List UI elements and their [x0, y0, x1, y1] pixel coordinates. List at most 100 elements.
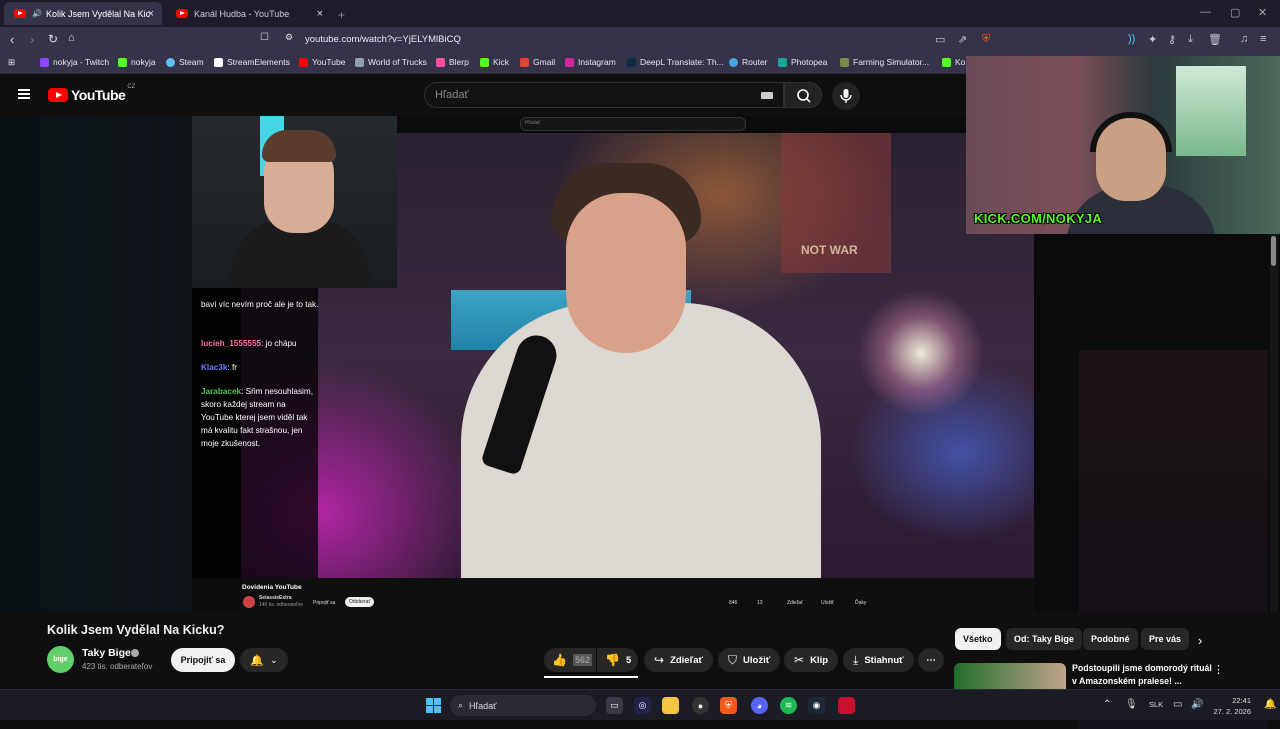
notifications-icon[interactable]: 🔔 [1264, 699, 1276, 710]
channel-name[interactable]: Taky Bige [82, 647, 131, 659]
obs-icon[interactable]: ● [692, 697, 709, 714]
app-red-icon[interactable] [838, 697, 855, 714]
notifications-button[interactable]: 🔔 ⌄ [240, 648, 288, 672]
photopea-icon [778, 57, 787, 67]
taskbar-search[interactable]: ⌕ Hľadať [450, 695, 596, 716]
bookmark-item[interactable]: nokyja - Twitch [40, 57, 109, 67]
key-icon[interactable]: ⚷ [1168, 33, 1176, 46]
microphone-icon [840, 89, 852, 103]
chevron-right-icon[interactable]: › [1198, 633, 1202, 648]
apps-grid-icon[interactable]: ⊞ [8, 57, 15, 68]
music-icon[interactable]: ♫ [1240, 33, 1248, 45]
steam-icon[interactable]: ◉ [808, 697, 825, 714]
more-actions-button[interactable]: ⋯ [918, 648, 944, 672]
tray-expand-icon[interactable]: ⌃ [1103, 699, 1111, 710]
chip-from-channel[interactable]: Od: Taky Bige [1006, 628, 1082, 650]
maximize-icon[interactable]: ▢ [1230, 6, 1240, 19]
bookmark-item[interactable]: StreamElements [214, 57, 290, 67]
app-icon[interactable]: ◎ [634, 697, 651, 714]
bookmark-item[interactable]: DeepL Translate: Th... [627, 57, 724, 67]
bookmark-page-icon[interactable]: ☐ [260, 32, 269, 43]
recommended-title[interactable]: Podstoupili jsme domorodý rituál v Amazo… [1072, 662, 1212, 688]
youtube-logo[interactable]: YouTube CZ [48, 84, 135, 103]
share-icon[interactable]: ⇗ [958, 33, 967, 46]
new-tab-button[interactable]: + [334, 3, 345, 26]
scrollbar-thumb[interactable] [1271, 236, 1276, 266]
tray-language[interactable]: SLK [1149, 700, 1163, 709]
more-vertical-icon[interactable]: ⋮ [1213, 663, 1224, 676]
chip-all[interactable]: Všetko [955, 628, 1001, 650]
bookmark-item[interactable]: nokyja [118, 57, 156, 67]
channel-avatar[interactable]: bige [47, 646, 74, 673]
tab-close-icon[interactable]: × [148, 8, 154, 20]
site-info-icon[interactable]: ⚙ [285, 32, 293, 43]
farming-simulator-icon [840, 57, 849, 67]
hamburger-menu-icon[interactable] [18, 89, 30, 99]
like-button[interactable]: 👍 562 [544, 648, 596, 672]
extensions-icon[interactable]: ✦ [1148, 33, 1157, 46]
download-button[interactable]: ⤓ Stiahnuť [843, 648, 914, 672]
audio-playing-icon[interactable]: )) [1128, 33, 1135, 45]
chip-related[interactable]: Podobné [1083, 628, 1138, 650]
save-button[interactable]: ⛉ Uložiť [718, 648, 781, 672]
clock[interactable]: 22:41 27. 2. 2026 [1213, 695, 1251, 717]
cast-icon[interactable]: ▭ [935, 33, 945, 46]
reload-icon[interactable]: ↻ [48, 32, 58, 46]
bookmark-item[interactable]: Blerp [436, 57, 469, 67]
menu-lines-icon[interactable]: ≡ [1260, 33, 1266, 45]
bookmark-item[interactable]: Ko [942, 57, 965, 67]
like-count: 562 [572, 654, 592, 666]
network-icon[interactable]: ▭ [1173, 699, 1182, 710]
bookmark-item[interactable]: Router [729, 57, 768, 67]
chevron-down-icon: ⌄ [270, 654, 278, 665]
tab-close-icon[interactable]: × [317, 8, 323, 20]
join-button[interactable]: Pripojiť sa [171, 648, 235, 672]
browser-tab-bar: 🔊 Kolik Jsem Vydělal Na Kicku? × Kanál H… [0, 0, 1280, 27]
bookmark-item[interactable]: YouTube [299, 57, 345, 67]
bookmark-item[interactable]: Instagram [565, 57, 616, 67]
download-icon[interactable]: ⤓ [1188, 33, 1193, 46]
chip-for-you[interactable]: Pre vás [1141, 628, 1190, 650]
bookmark-item[interactable]: Kick [480, 57, 509, 67]
trash-icon[interactable]: 🗑 [1208, 33, 1222, 46]
bookmark-item[interactable]: World of Trucks [355, 57, 427, 67]
windows-start-icon[interactable] [426, 698, 441, 713]
file-explorer-icon[interactable] [662, 697, 679, 714]
spotify-icon[interactable]: ≋ [780, 697, 797, 714]
tab-active-video[interactable]: 🔊 Kolik Jsem Vydělal Na Kicku? × [4, 2, 162, 25]
scrollbar[interactable] [1270, 234, 1278, 613]
brave-icon[interactable]: ⛨ [720, 697, 737, 714]
voice-search-button[interactable] [832, 82, 860, 110]
clip-label: Klip [810, 654, 829, 666]
deepl-icon [627, 57, 636, 67]
back-icon[interactable]: ‹ [10, 32, 14, 47]
home-icon[interactable]: ⌂ [68, 32, 75, 44]
dislike-button[interactable]: 👎 5 [597, 648, 638, 672]
kick-channel-label: KICK.COM/NOKYJA [974, 211, 1103, 226]
minimize-icon[interactable]: — [1200, 6, 1211, 18]
volume-icon[interactable]: 🔊 [1191, 699, 1203, 710]
recommended-thumbnail[interactable] [954, 663, 1066, 689]
search-input[interactable]: Hľadať [424, 82, 784, 108]
brave-shield-icon[interactable]: ⛨ [982, 33, 990, 46]
bookmark-item[interactable]: Photopea [778, 57, 827, 67]
bookmark-item[interactable]: Steam [166, 57, 204, 67]
close-window-icon[interactable]: ✕ [1258, 6, 1267, 19]
discord-icon[interactable]: ◕ [751, 697, 768, 714]
bookmark-item[interactable]: Gmail [520, 57, 555, 67]
search-button[interactable] [784, 82, 822, 108]
task-view-icon[interactable]: ▭ [606, 697, 623, 714]
clip-button[interactable]: ✂ Klip [784, 648, 839, 672]
tab-hudba[interactable]: Kanál Hudba - YouTube × [166, 2, 331, 25]
verified-icon [131, 649, 139, 657]
bookmark-item[interactable]: Farming Simulator... [840, 57, 929, 67]
embedded-share: Zdieľať [787, 600, 803, 606]
forward-icon[interactable]: › [30, 32, 34, 47]
chat-message: baví víc nevím proč ale je to tak. [201, 298, 319, 311]
keyboard-icon[interactable] [761, 92, 773, 99]
embedded-join: Pripojiť sa [313, 600, 336, 606]
url-field[interactable]: youtube.com/watch?v=YjELYMlBiCQ [305, 34, 461, 45]
address-bar: ‹ › ↻ ⌂ ☐ ⚙ youtube.com/watch?v=YjELYMlB… [0, 27, 1280, 52]
mic-tray-icon[interactable]: 🎙 [1125, 699, 1138, 710]
share-button[interactable]: ↪ Zdieľať [644, 648, 714, 672]
